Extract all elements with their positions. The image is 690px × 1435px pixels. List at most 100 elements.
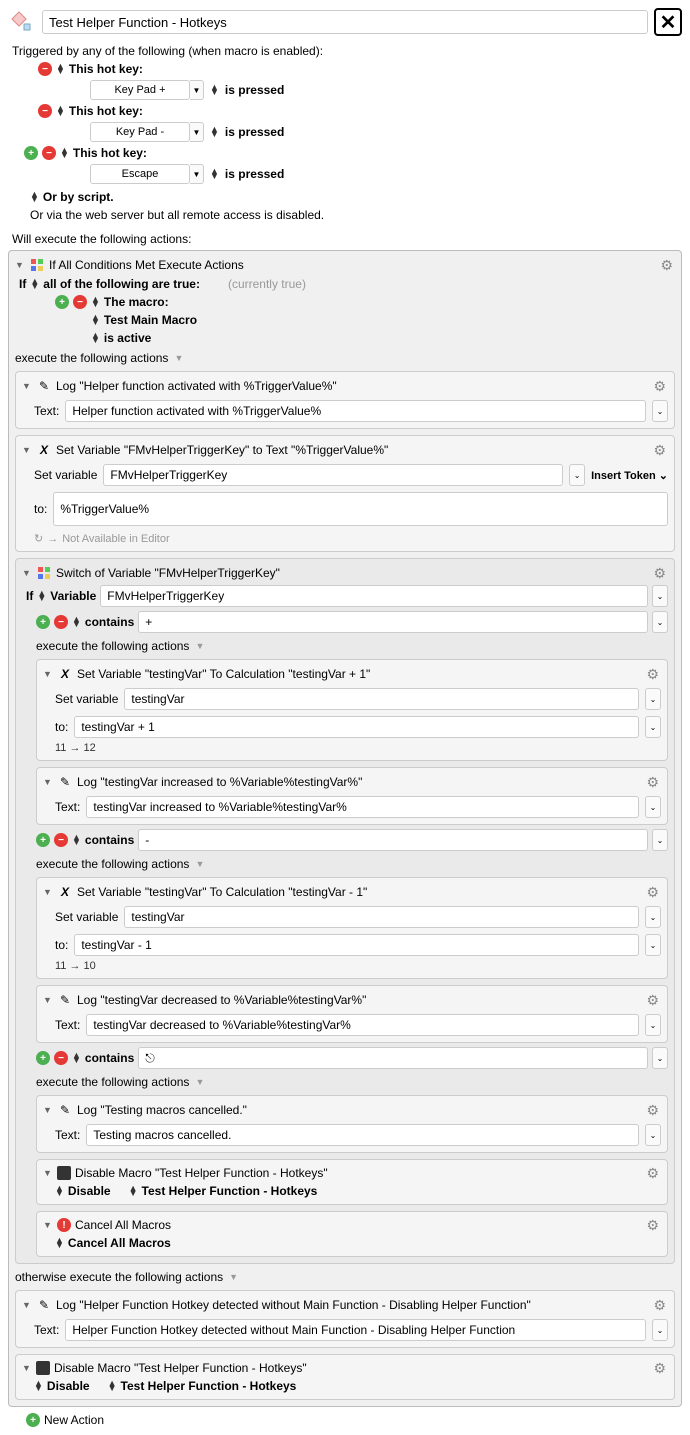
log-text-input[interactable] bbox=[86, 1124, 639, 1146]
input-dropdown[interactable]: ⌄ bbox=[645, 906, 661, 928]
input-dropdown[interactable]: ⌄ bbox=[645, 716, 661, 738]
or-stepper[interactable]: ▲▼ bbox=[30, 192, 39, 202]
case-value-input[interactable] bbox=[138, 611, 648, 633]
calculation-input[interactable] bbox=[74, 716, 639, 738]
remove-trigger-button[interactable]: − bbox=[42, 146, 56, 160]
exec-disclosure-icon[interactable]: ▼ bbox=[229, 1272, 239, 1282]
input-dropdown[interactable]: ⌄ bbox=[645, 796, 661, 818]
disclosure-icon[interactable]: ▼ bbox=[43, 995, 53, 1005]
case-value-input[interactable] bbox=[138, 829, 648, 851]
input-dropdown[interactable]: ⌄ bbox=[645, 934, 661, 956]
switch-stepper[interactable]: ▲▼ bbox=[37, 591, 46, 601]
insert-token-button[interactable]: Insert Token ⌄ bbox=[591, 469, 668, 482]
if-mode-stepper[interactable]: ▲▼ bbox=[30, 279, 39, 289]
disclosure-icon[interactable]: ▼ bbox=[43, 1220, 53, 1230]
hotkey-dropdown[interactable]: ▼ bbox=[190, 122, 204, 142]
trigger-type-stepper[interactable]: ▲▼ bbox=[60, 148, 69, 158]
gear-icon[interactable]: ⚙ bbox=[653, 1360, 666, 1377]
log-text-input[interactable] bbox=[86, 796, 639, 818]
disclosure-icon[interactable]: ▼ bbox=[22, 1300, 32, 1310]
remove-case-button[interactable]: − bbox=[54, 1051, 68, 1065]
disable-stepper[interactable]: ▲▼ bbox=[34, 1381, 43, 1391]
disable-stepper[interactable]: ▲▼ bbox=[55, 1186, 64, 1196]
gear-icon[interactable]: ⚙ bbox=[646, 884, 659, 901]
disclosure-icon[interactable]: ▼ bbox=[22, 1363, 32, 1373]
disclosure-icon[interactable]: ▼ bbox=[22, 381, 32, 391]
gear-icon[interactable]: ⚙ bbox=[646, 1165, 659, 1182]
add-case-button[interactable]: + bbox=[36, 833, 50, 847]
hotkey-field-3[interactable] bbox=[90, 164, 190, 184]
calculation-input[interactable] bbox=[74, 934, 639, 956]
input-dropdown[interactable]: ⌄ bbox=[645, 1014, 661, 1036]
gear-icon[interactable]: ⚙ bbox=[653, 565, 666, 582]
log-text-input[interactable] bbox=[65, 1319, 646, 1341]
remove-condition-button[interactable]: − bbox=[73, 295, 87, 309]
remove-case-button[interactable]: − bbox=[54, 615, 68, 629]
input-dropdown[interactable]: ⌄ bbox=[652, 585, 668, 607]
exec-disclosure-icon[interactable]: ▼ bbox=[195, 859, 205, 869]
pressed-stepper[interactable]: ▲▼ bbox=[210, 127, 219, 137]
remove-trigger-button[interactable]: − bbox=[38, 104, 52, 118]
hotkey-field-1[interactable] bbox=[90, 80, 190, 100]
input-dropdown[interactable]: ⌄ bbox=[645, 1124, 661, 1146]
input-dropdown[interactable]: ⌄ bbox=[652, 829, 668, 851]
variable-name-input[interactable] bbox=[124, 906, 639, 928]
disclosure-icon[interactable]: ▼ bbox=[43, 887, 53, 897]
pressed-stepper[interactable]: ▲▼ bbox=[210, 169, 219, 179]
trigger-type-stepper[interactable]: ▲▼ bbox=[56, 106, 65, 116]
input-dropdown[interactable]: ⌄ bbox=[569, 464, 585, 486]
macro-title-input[interactable] bbox=[42, 10, 648, 34]
gear-icon[interactable]: ⚙ bbox=[646, 774, 659, 791]
exec-disclosure-icon[interactable]: ▼ bbox=[195, 1077, 205, 1087]
disclosure-icon[interactable]: ▼ bbox=[22, 568, 32, 578]
gear-icon[interactable]: ⚙ bbox=[660, 257, 673, 274]
gear-icon[interactable]: ⚙ bbox=[653, 442, 666, 459]
input-dropdown[interactable]: ⌄ bbox=[652, 1047, 668, 1069]
trigger-type-stepper[interactable]: ▲▼ bbox=[56, 64, 65, 74]
remove-trigger-button[interactable]: − bbox=[38, 62, 52, 76]
cancel-stepper[interactable]: ▲▼ bbox=[55, 1238, 64, 1248]
pressed-stepper[interactable]: ▲▼ bbox=[210, 85, 219, 95]
log1-text-input[interactable] bbox=[65, 400, 646, 422]
macro-select-stepper[interactable]: ▲▼ bbox=[91, 315, 100, 325]
refresh-icon[interactable]: ↻ bbox=[34, 532, 43, 545]
input-dropdown[interactable]: ⌄ bbox=[645, 688, 661, 710]
hotkey-dropdown[interactable]: ▼ bbox=[190, 164, 204, 184]
gear-icon[interactable]: ⚙ bbox=[646, 1102, 659, 1119]
target-stepper[interactable]: ▲▼ bbox=[108, 1381, 117, 1391]
log-text-input[interactable] bbox=[86, 1014, 639, 1036]
close-icon[interactable]: ✕ bbox=[654, 8, 682, 36]
contains-stepper[interactable]: ▲▼ bbox=[72, 1053, 81, 1063]
disclosure-icon[interactable]: ▼ bbox=[43, 669, 53, 679]
exec-disclosure-icon[interactable]: ▼ bbox=[174, 353, 184, 363]
variable-value-input[interactable] bbox=[53, 492, 668, 526]
gear-icon[interactable]: ⚙ bbox=[653, 378, 666, 395]
remove-case-button[interactable]: − bbox=[54, 833, 68, 847]
input-dropdown[interactable]: ⌄ bbox=[652, 1319, 668, 1341]
new-action-button[interactable]: + New Action bbox=[26, 1413, 682, 1427]
exec-disclosure-icon[interactable]: ▼ bbox=[195, 641, 205, 651]
add-condition-button[interactable]: + bbox=[55, 295, 69, 309]
variable-name-input[interactable] bbox=[124, 688, 639, 710]
gear-icon[interactable]: ⚙ bbox=[646, 992, 659, 1009]
hotkey-dropdown[interactable]: ▼ bbox=[190, 80, 204, 100]
case-value-input[interactable] bbox=[138, 1047, 648, 1069]
state-stepper[interactable]: ▲▼ bbox=[91, 333, 100, 343]
input-dropdown[interactable]: ⌄ bbox=[652, 611, 668, 633]
disclosure-icon[interactable]: ▼ bbox=[15, 260, 25, 270]
gear-icon[interactable]: ⚙ bbox=[653, 1297, 666, 1314]
variable-name-input[interactable] bbox=[103, 464, 563, 486]
add-trigger-button[interactable]: + bbox=[24, 146, 38, 160]
switch-variable-input[interactable] bbox=[100, 585, 648, 607]
target-stepper[interactable]: ▲▼ bbox=[129, 1186, 138, 1196]
disclosure-icon[interactable]: ▼ bbox=[43, 1105, 53, 1115]
condition-stepper[interactable]: ▲▼ bbox=[91, 297, 100, 307]
gear-icon[interactable]: ⚙ bbox=[646, 666, 659, 683]
add-case-button[interactable]: + bbox=[36, 615, 50, 629]
contains-stepper[interactable]: ▲▼ bbox=[72, 617, 81, 627]
disclosure-icon[interactable]: ▼ bbox=[43, 777, 53, 787]
input-dropdown[interactable]: ⌄ bbox=[652, 400, 668, 422]
disclosure-icon[interactable]: ▼ bbox=[43, 1168, 53, 1178]
contains-stepper[interactable]: ▲▼ bbox=[72, 835, 81, 845]
disclosure-icon[interactable]: ▼ bbox=[22, 445, 32, 455]
